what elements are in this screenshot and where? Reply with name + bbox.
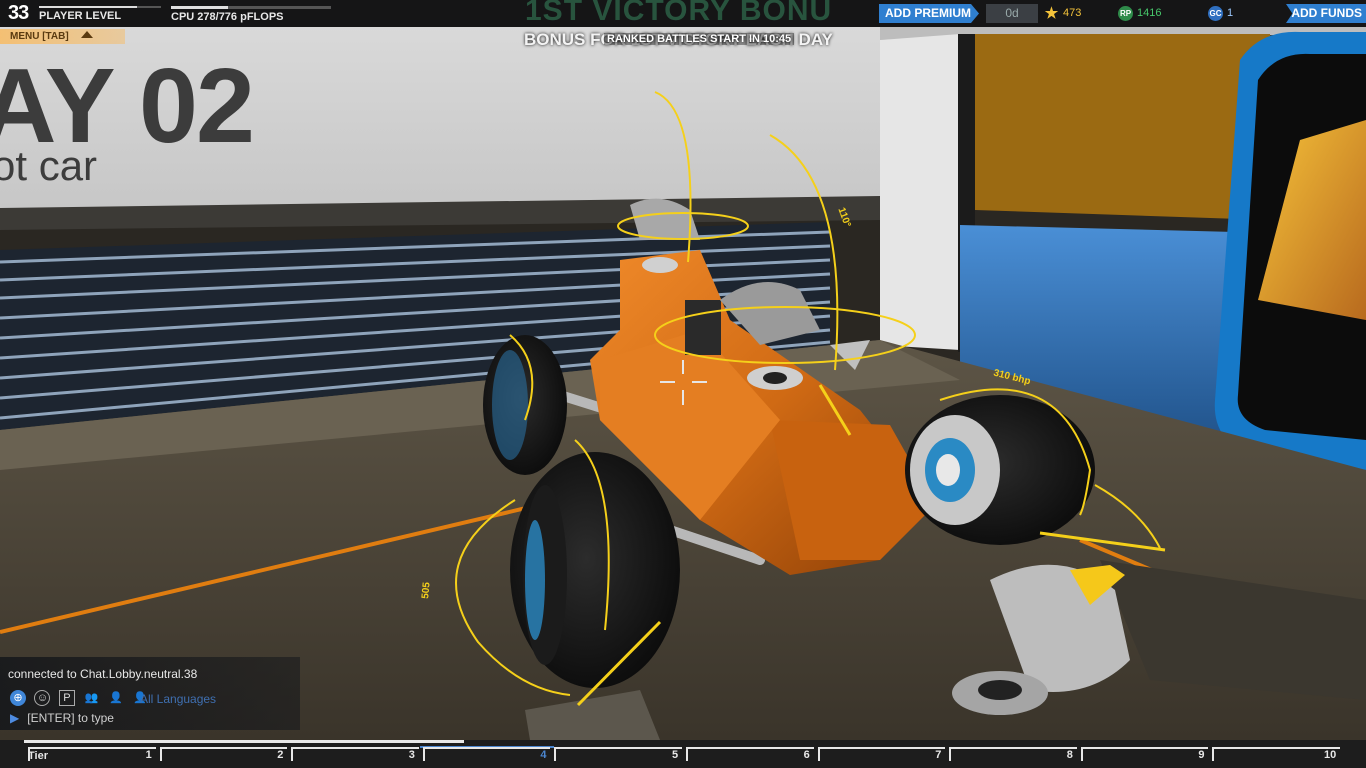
robits-icon: RP [1118,5,1133,21]
accessibility-icon[interactable]: ☺ [34,689,51,706]
tier-number[interactable]: 9 [1198,749,1204,761]
tier-tick [1212,747,1340,761]
player-level-label: PLAYER LEVEL [39,10,122,22]
stars-value: 473 [1063,7,1082,19]
player-level-number: 33 [8,2,29,24]
globe-icon[interactable]: ⊕ [10,689,26,706]
chat-input[interactable]: ▶ [ENTER] to type [10,711,114,725]
chat-status: connected to Chat.Lobby.neutral.38 [8,667,198,681]
ranked-battles-timer: RANKED BATTLES START IN 10:45 [604,33,795,45]
menu-tab-button[interactable]: MENU [TAB] [0,29,125,44]
tier-number[interactable]: 2 [277,749,283,761]
tier-number[interactable]: 5 [672,749,678,761]
cpu-bar [171,6,331,9]
tier-tick [686,747,814,761]
robits-counter[interactable]: RP 1416 [1118,4,1161,23]
tier-tick [949,747,1077,761]
chat-language[interactable]: All Languages [140,692,216,706]
tier-number[interactable]: 10 [1324,749,1336,761]
tier-tick [554,747,682,761]
add-funds-button[interactable]: ADD FUNDS [1286,4,1366,23]
robits-value: 1416 [1137,7,1162,19]
tier-number[interactable]: 8 [1067,749,1073,761]
tier-number[interactable]: 1 [146,749,152,761]
tier-number[interactable]: 6 [804,749,810,761]
tier-tick [159,747,288,761]
friends-icon[interactable]: 👤 [108,690,124,706]
wall-sub-text: ot car [0,142,98,189]
party-icon[interactable]: P [58,689,75,706]
chat-panel: connected to Chat.Lobby.neutral.38 ⊕ ☺ P… [0,657,300,730]
clan-icon[interactable]: 👥 [83,690,99,706]
power-left-label: 505 [420,581,433,600]
tier-tick [28,747,156,761]
cpu-label: CPU 278/776 pFLOPS [171,11,284,23]
play-icon: ▶ [10,711,20,725]
level-progress-bar [39,6,161,8]
add-premium-button[interactable]: ADD PREMIUM [879,4,979,23]
tier-number[interactable]: 4 [540,749,546,761]
cpu-bar-fill [171,6,229,9]
tier-number[interactable]: 3 [409,749,415,761]
premium-days: 0d [986,4,1038,23]
tier-tick [422,747,551,761]
chevron-up-icon [80,31,93,38]
tier-tick [1080,747,1209,761]
tier-progress-fill [24,740,464,743]
galaxy-coins-counter[interactable]: GC 1 [1208,4,1233,23]
tier-tick [291,747,419,761]
chat-prompt-text: [ENTER] to type [27,711,114,725]
star-icon: ★ [1044,4,1059,22]
tier-number[interactable]: 7 [935,749,941,761]
stars-counter[interactable]: ★ 473 [1044,4,1082,23]
menu-tab-label: MENU [TAB] [10,31,69,42]
galaxy-coins-icon: GC [1208,5,1223,21]
galaxy-coins-value: 1 [1227,7,1234,19]
victory-bonus-banner: 1ST VICTORY BONU [525,0,833,27]
tier-tick [817,747,946,761]
chat-channel-icons: ⊕ ☺ P 👥 👤 👤 [10,689,152,707]
level-progress-fill [39,6,137,8]
